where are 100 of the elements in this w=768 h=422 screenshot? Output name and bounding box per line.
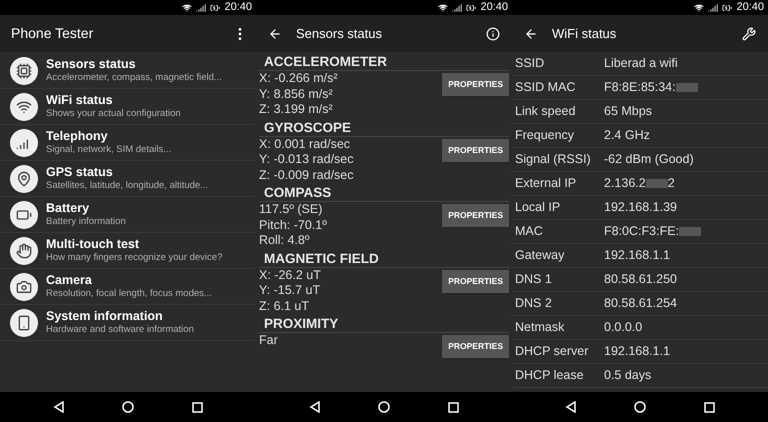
- section-heading: GYROSCOPE: [259, 118, 509, 136]
- row-label: Netmask: [515, 319, 566, 336]
- item-subtitle: Hardware and software information: [46, 324, 194, 336]
- item-subtitle: Shows your actual configuration: [46, 108, 181, 120]
- row-value: 192.168.1.1: [604, 247, 670, 264]
- sensor-reading: X: -26.2 uT: [259, 268, 321, 283]
- row-label: SSID MAC: [515, 79, 576, 96]
- menu-item[interactable]: Sensors status Accelerometer, compass, magnetic field...: [0, 53, 256, 89]
- row-value: 192.168.1.39: [604, 199, 677, 216]
- battery-icon: [466, 2, 476, 12]
- cell-signal-icon: [196, 2, 206, 12]
- recents-icon[interactable]: [704, 402, 716, 412]
- section-heading: ACCELEROMETER: [259, 52, 509, 71]
- sensor-reading: Roll: 4.8º: [259, 233, 310, 248]
- sensor-reading: Far: [259, 333, 278, 348]
- section-heading: MAGNETIC FIELD: [259, 248, 509, 268]
- row-label: SSID: [515, 55, 546, 72]
- item-title: Sensors status: [46, 56, 137, 72]
- row-value: 2.4 GHz: [604, 127, 650, 144]
- row-label: DHCP lease: [515, 367, 585, 384]
- row-value: 0.0.0.0: [604, 319, 642, 336]
- sensor-reading: X: 0.001 rad/sec: [259, 136, 352, 152]
- row-label: Signal (RSSI): [515, 151, 592, 168]
- row-value: 65 Mbps: [604, 103, 652, 120]
- home-icon[interactable]: [378, 401, 390, 413]
- battery-icon: [210, 2, 220, 12]
- wifi-icon: [182, 2, 192, 12]
- properties-button[interactable]: PROPERTIES: [442, 73, 509, 96]
- info-icon[interactable]: [486, 26, 500, 40]
- row-label: MAC: [515, 223, 544, 240]
- status-time: 20:40: [736, 2, 764, 13]
- item-title: Multi-touch test: [46, 236, 140, 252]
- camera-icon: [16, 278, 32, 294]
- row-value: 192.168.1.1: [604, 343, 670, 360]
- item-title: GPS status: [46, 164, 114, 180]
- screen-title: WiFi status: [552, 24, 618, 43]
- item-title: WiFi status: [46, 92, 114, 108]
- chip-icon: [16, 62, 32, 78]
- home-icon[interactable]: [634, 401, 646, 413]
- wifi-icon: [438, 2, 448, 12]
- back-icon[interactable]: [52, 401, 65, 413]
- sensor-reading: Z: 3.199 m/s²: [259, 102, 334, 118]
- back-arrow-icon[interactable]: [524, 26, 538, 40]
- screen-title: Sensors status: [296, 24, 383, 43]
- menu-item[interactable]: Battery Battery information: [0, 197, 256, 233]
- properties-button[interactable]: PROPERTIES: [442, 138, 509, 162]
- wrench-icon[interactable]: [742, 26, 756, 40]
- row-label: Local IP: [515, 199, 562, 216]
- sensor-reading: Y: 8.856 m/s²: [259, 86, 334, 102]
- menu-item[interactable]: WiFi status Shows your actual configuration: [0, 89, 256, 125]
- row-value: 2: [668, 175, 675, 192]
- map-pin-icon: [16, 170, 32, 186]
- hand-icon: [16, 242, 32, 258]
- home-icon[interactable]: [122, 401, 134, 413]
- battery-icon: [722, 2, 732, 12]
- menu-item[interactable]: Telephony Signal, network, SIM details...: [0, 125, 256, 161]
- recents-icon[interactable]: [448, 402, 460, 412]
- row-value: Liberad a wifi: [604, 55, 678, 72]
- back-icon[interactable]: [308, 401, 321, 413]
- section-heading: PROXIMITY: [259, 314, 509, 333]
- item-title: System information: [46, 308, 164, 324]
- row-label: DNS 1: [515, 271, 553, 288]
- item-subtitle: Accelerometer, compass, magnetic field...: [46, 72, 222, 84]
- menu-item[interactable]: GPS status Satellites, latitude, longitude, altitude...: [0, 161, 256, 197]
- cell-signal-icon: [708, 2, 718, 12]
- menu-item[interactable]: System information Hardware and software information: [0, 305, 256, 341]
- item-subtitle: Satellites, latitude, longitude, altitude...: [46, 180, 208, 192]
- sensor-reading: 117.5º (SE): [259, 202, 324, 218]
- row-label: DHCP server: [515, 343, 590, 360]
- sensor-reading: Y: -15.7 uT: [259, 283, 321, 298]
- cell-signal-icon: [452, 2, 462, 12]
- recents-icon[interactable]: [192, 402, 204, 412]
- item-subtitle: How many fingers recognize your device?: [46, 252, 222, 264]
- wifi-icon: [16, 98, 32, 114]
- menu-item[interactable]: Camera Resolution, focal length, focus modes...: [0, 269, 256, 305]
- sensor-reading: X: -0.266 m/s²: [259, 71, 338, 86]
- row-label: DNS 2: [515, 295, 553, 312]
- row-value: 2.136.2: [604, 175, 646, 192]
- row-value: F8:0C:F3:FE:: [604, 223, 680, 240]
- wifi-icon: [694, 2, 704, 12]
- menu-item[interactable]: Multi-touch test How many fingers recognize your device?: [0, 233, 256, 269]
- sensor-reading: Y: -0.013 rad/sec: [259, 152, 354, 168]
- item-subtitle: Battery information: [46, 216, 126, 228]
- status-time: 20:40: [224, 2, 252, 13]
- row-label: External IP: [515, 175, 578, 192]
- status-time: 20:40: [480, 2, 508, 13]
- item-title: Camera: [46, 272, 93, 288]
- phone-icon: [16, 314, 32, 330]
- row-value: -62 dBm (Good): [604, 151, 694, 168]
- app-title: Phone Tester: [11, 24, 94, 43]
- properties-button[interactable]: PROPERTIES: [442, 270, 509, 292]
- properties-button[interactable]: PROPERTIES: [442, 335, 509, 358]
- row-label: Link speed: [515, 103, 576, 120]
- back-icon[interactable]: [564, 401, 577, 413]
- row-value: F8:8E:85:34:: [604, 79, 676, 96]
- row-value: 80.58.61.254: [604, 295, 677, 312]
- item-subtitle: Signal, network, SIM details...: [46, 144, 172, 156]
- item-subtitle: Resolution, focal length, focus modes...: [46, 288, 212, 300]
- sensor-reading: Z: -0.009 rad/sec: [259, 168, 354, 183]
- properties-button[interactable]: PROPERTIES: [442, 204, 509, 227]
